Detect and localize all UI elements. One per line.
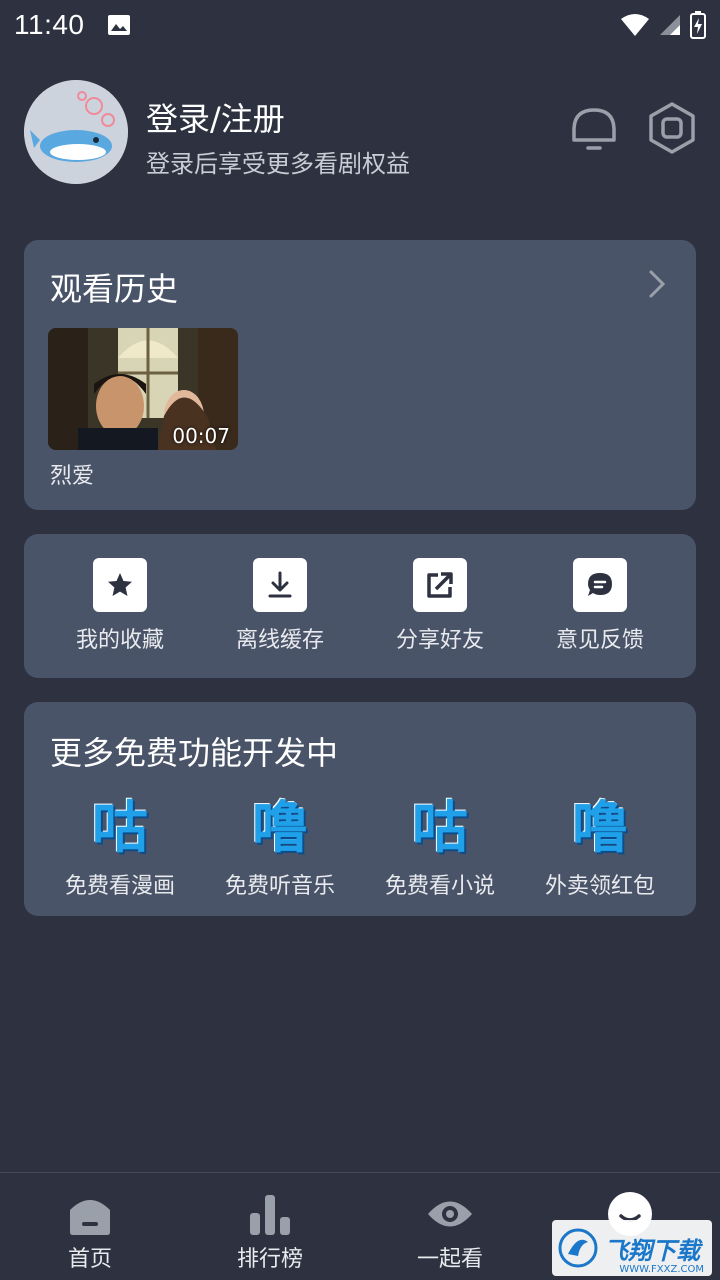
favorites-button[interactable]: 我的收藏 — [36, 558, 204, 668]
login-register-link[interactable]: 登录/注册 — [146, 94, 285, 140]
watch-history-card: 观看历史 00:07 烈爱 — [24, 240, 696, 510]
nav-home[interactable]: 首页 — [0, 1189, 180, 1273]
history-title: 观看历史 — [50, 270, 179, 308]
notification-bell-icon[interactable] — [566, 100, 622, 156]
settings-icon[interactable] — [644, 100, 700, 156]
watermark-text: 飞翔下载 — [604, 1236, 700, 1265]
history-item-title[interactable]: 烈爱 — [50, 458, 94, 490]
nav-watch-together-label: 一起看 — [416, 1247, 483, 1272]
watermark-icon — [558, 1228, 598, 1268]
whale-avatar-icon — [24, 80, 128, 184]
share-icon — [427, 572, 453, 598]
feedback-icon — [588, 573, 612, 596]
avatar[interactable] — [24, 80, 128, 184]
status-time: 11:40 — [14, 9, 85, 40]
feature-glyph: 噜 — [252, 796, 308, 861]
chart-icon — [250, 1195, 290, 1235]
history-progress-time: 00:07 — [172, 424, 230, 448]
more-features-card: 更多免费功能开发中 咕 免费看漫画 噜 免费听音乐 咕 免费看小说 噜 外卖领红… — [24, 702, 696, 916]
nav-home-label: 首页 — [67, 1247, 112, 1272]
nav-ranking-label: 排行榜 — [236, 1247, 303, 1272]
star-icon — [108, 573, 132, 596]
offline-cache-button[interactable]: 离线缓存 — [196, 558, 364, 668]
feedback-button[interactable]: 意见反馈 — [516, 558, 684, 668]
feature-label: 免费看漫画 — [64, 874, 175, 899]
image-notification-icon — [107, 15, 130, 35]
free-music-button[interactable]: 噜 免费听音乐 — [196, 798, 364, 900]
battery-icon — [690, 11, 706, 39]
status-bar: 11:40 — [0, 0, 720, 50]
feature-glyph: 咕 — [92, 796, 148, 861]
signal-icon — [660, 15, 680, 35]
history-thumbnail[interactable]: 00:07 — [48, 328, 238, 450]
takeout-coupon-button[interactable]: 噜 外卖领红包 — [516, 798, 684, 900]
nav-ranking[interactable]: 排行榜 — [180, 1189, 360, 1273]
share-friends-label: 分享好友 — [395, 628, 484, 653]
feature-glyph: 咕 — [412, 796, 468, 861]
watermark-url: WWW.FXXZ.COM — [619, 1264, 704, 1275]
feature-glyph: 噜 — [572, 796, 628, 861]
offline-cache-label: 离线缓存 — [235, 628, 324, 653]
favorites-label: 我的收藏 — [75, 628, 164, 653]
watermark-logo: 飞翔下载 WWW.FXXZ.COM — [552, 1220, 712, 1276]
quick-actions-card: 我的收藏 离线缓存 分享好友 意见反馈 — [24, 534, 696, 678]
nav-watch-together[interactable]: 一起看 — [360, 1189, 540, 1273]
download-icon — [268, 571, 292, 598]
free-novels-button[interactable]: 咕 免费看小说 — [356, 798, 524, 900]
home-icon — [70, 1200, 110, 1235]
feature-label: 免费听音乐 — [224, 874, 335, 899]
chevron-right-icon[interactable] — [642, 266, 672, 302]
profile-header: 登录/注册 登录后享受更多看剧权益 — [24, 78, 696, 188]
free-comics-button[interactable]: 咕 免费看漫画 — [36, 798, 204, 900]
login-subtitle: 登录后享受更多看剧权益 — [146, 150, 410, 178]
share-friends-button[interactable]: 分享好友 — [356, 558, 524, 668]
feedback-label: 意见反馈 — [555, 628, 644, 653]
wifi-icon — [621, 14, 649, 36]
more-features-title: 更多免费功能开发中 — [50, 734, 339, 772]
eye-icon — [428, 1201, 472, 1227]
feature-label: 免费看小说 — [384, 874, 495, 899]
feature-label: 外卖领红包 — [544, 874, 655, 899]
